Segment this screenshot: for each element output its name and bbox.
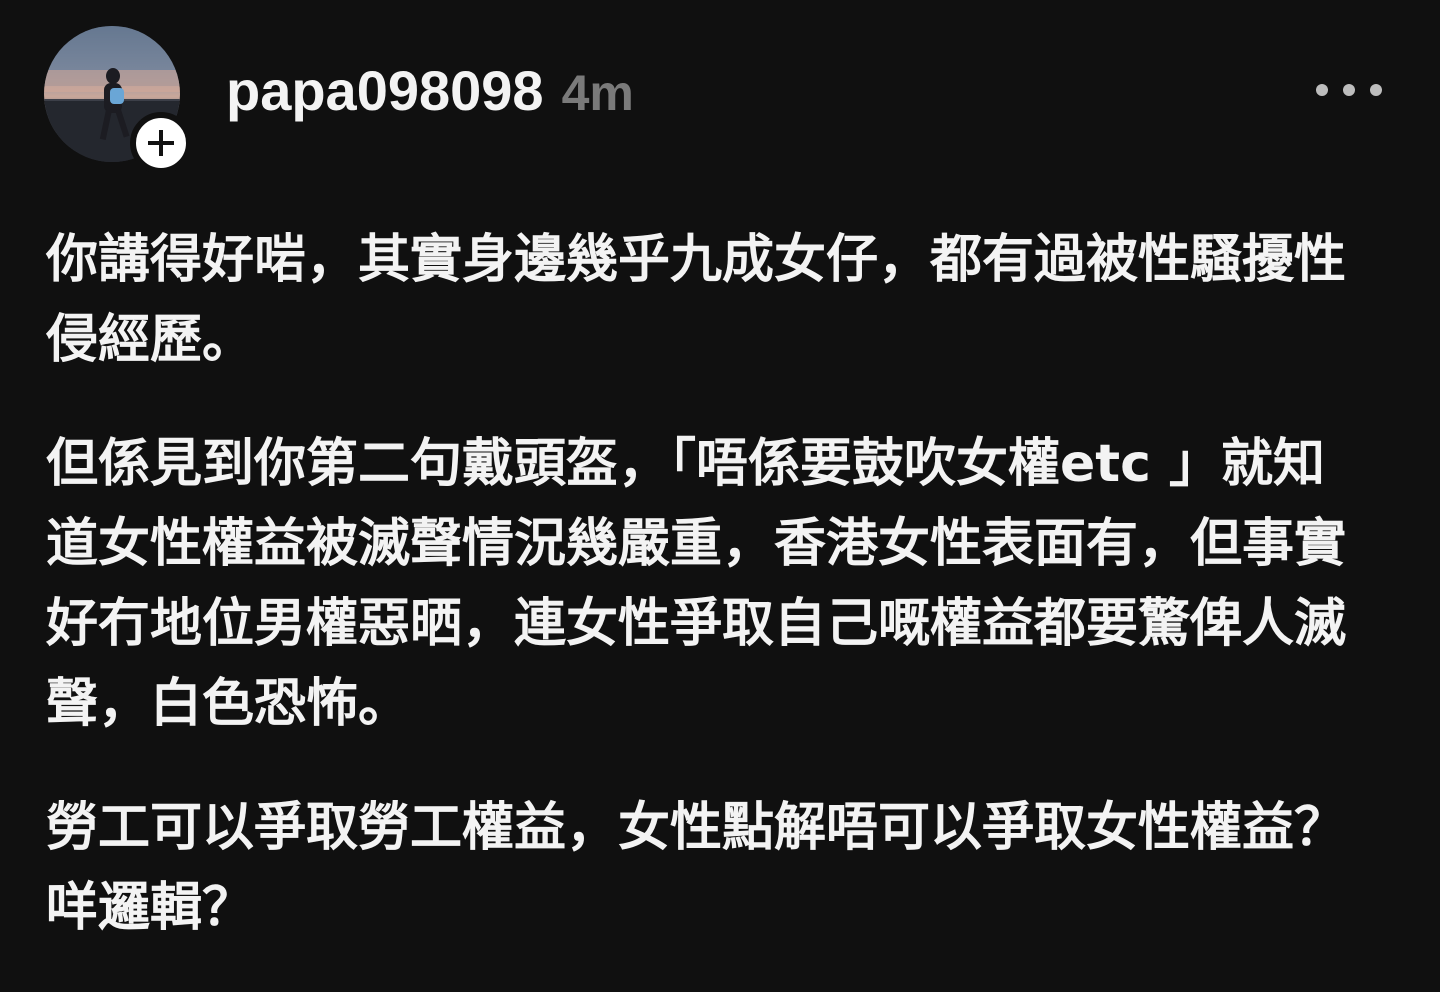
more-dot: [1343, 84, 1355, 96]
avatar-container[interactable]: [44, 26, 192, 174]
more-dot: [1370, 84, 1382, 96]
timestamp: 4m: [561, 65, 634, 121]
post-paragraph: 但係見到你第二句戴頭盔，「唔係要鼓吹女權etc ￼」就知道女性權益被滅聲￼￼情況…: [46, 434, 1347, 734]
more-options-button[interactable]: [1316, 72, 1382, 108]
follow-button[interactable]: [130, 112, 192, 174]
post-header: papa098098 4m: [226, 58, 634, 128]
post-paragraph: 你講得好啱，其實身邊幾乎九成女仔，都有過被性騷擾性侵經歷。: [46, 230, 1347, 370]
plus-icon: [148, 130, 174, 156]
username[interactable]: papa098098: [226, 58, 544, 123]
post-body: 你講得好啱，其實身邊幾乎九成女仔，都有過被性騷擾性侵經歷。 但係見到你第二句戴頭…: [46, 220, 1376, 992]
post-paragraph: 勞工可以爭取勞工權益，女性點解唔可以爭取女性權益？￼咩邏輯？: [46, 798, 1347, 938]
thread-post: papa098098 4m 你講得好啱，其實身邊幾乎九成女仔，都有過被性騷擾性侵…: [0, 0, 1440, 975]
more-horizontal-icon: [1316, 84, 1328, 96]
